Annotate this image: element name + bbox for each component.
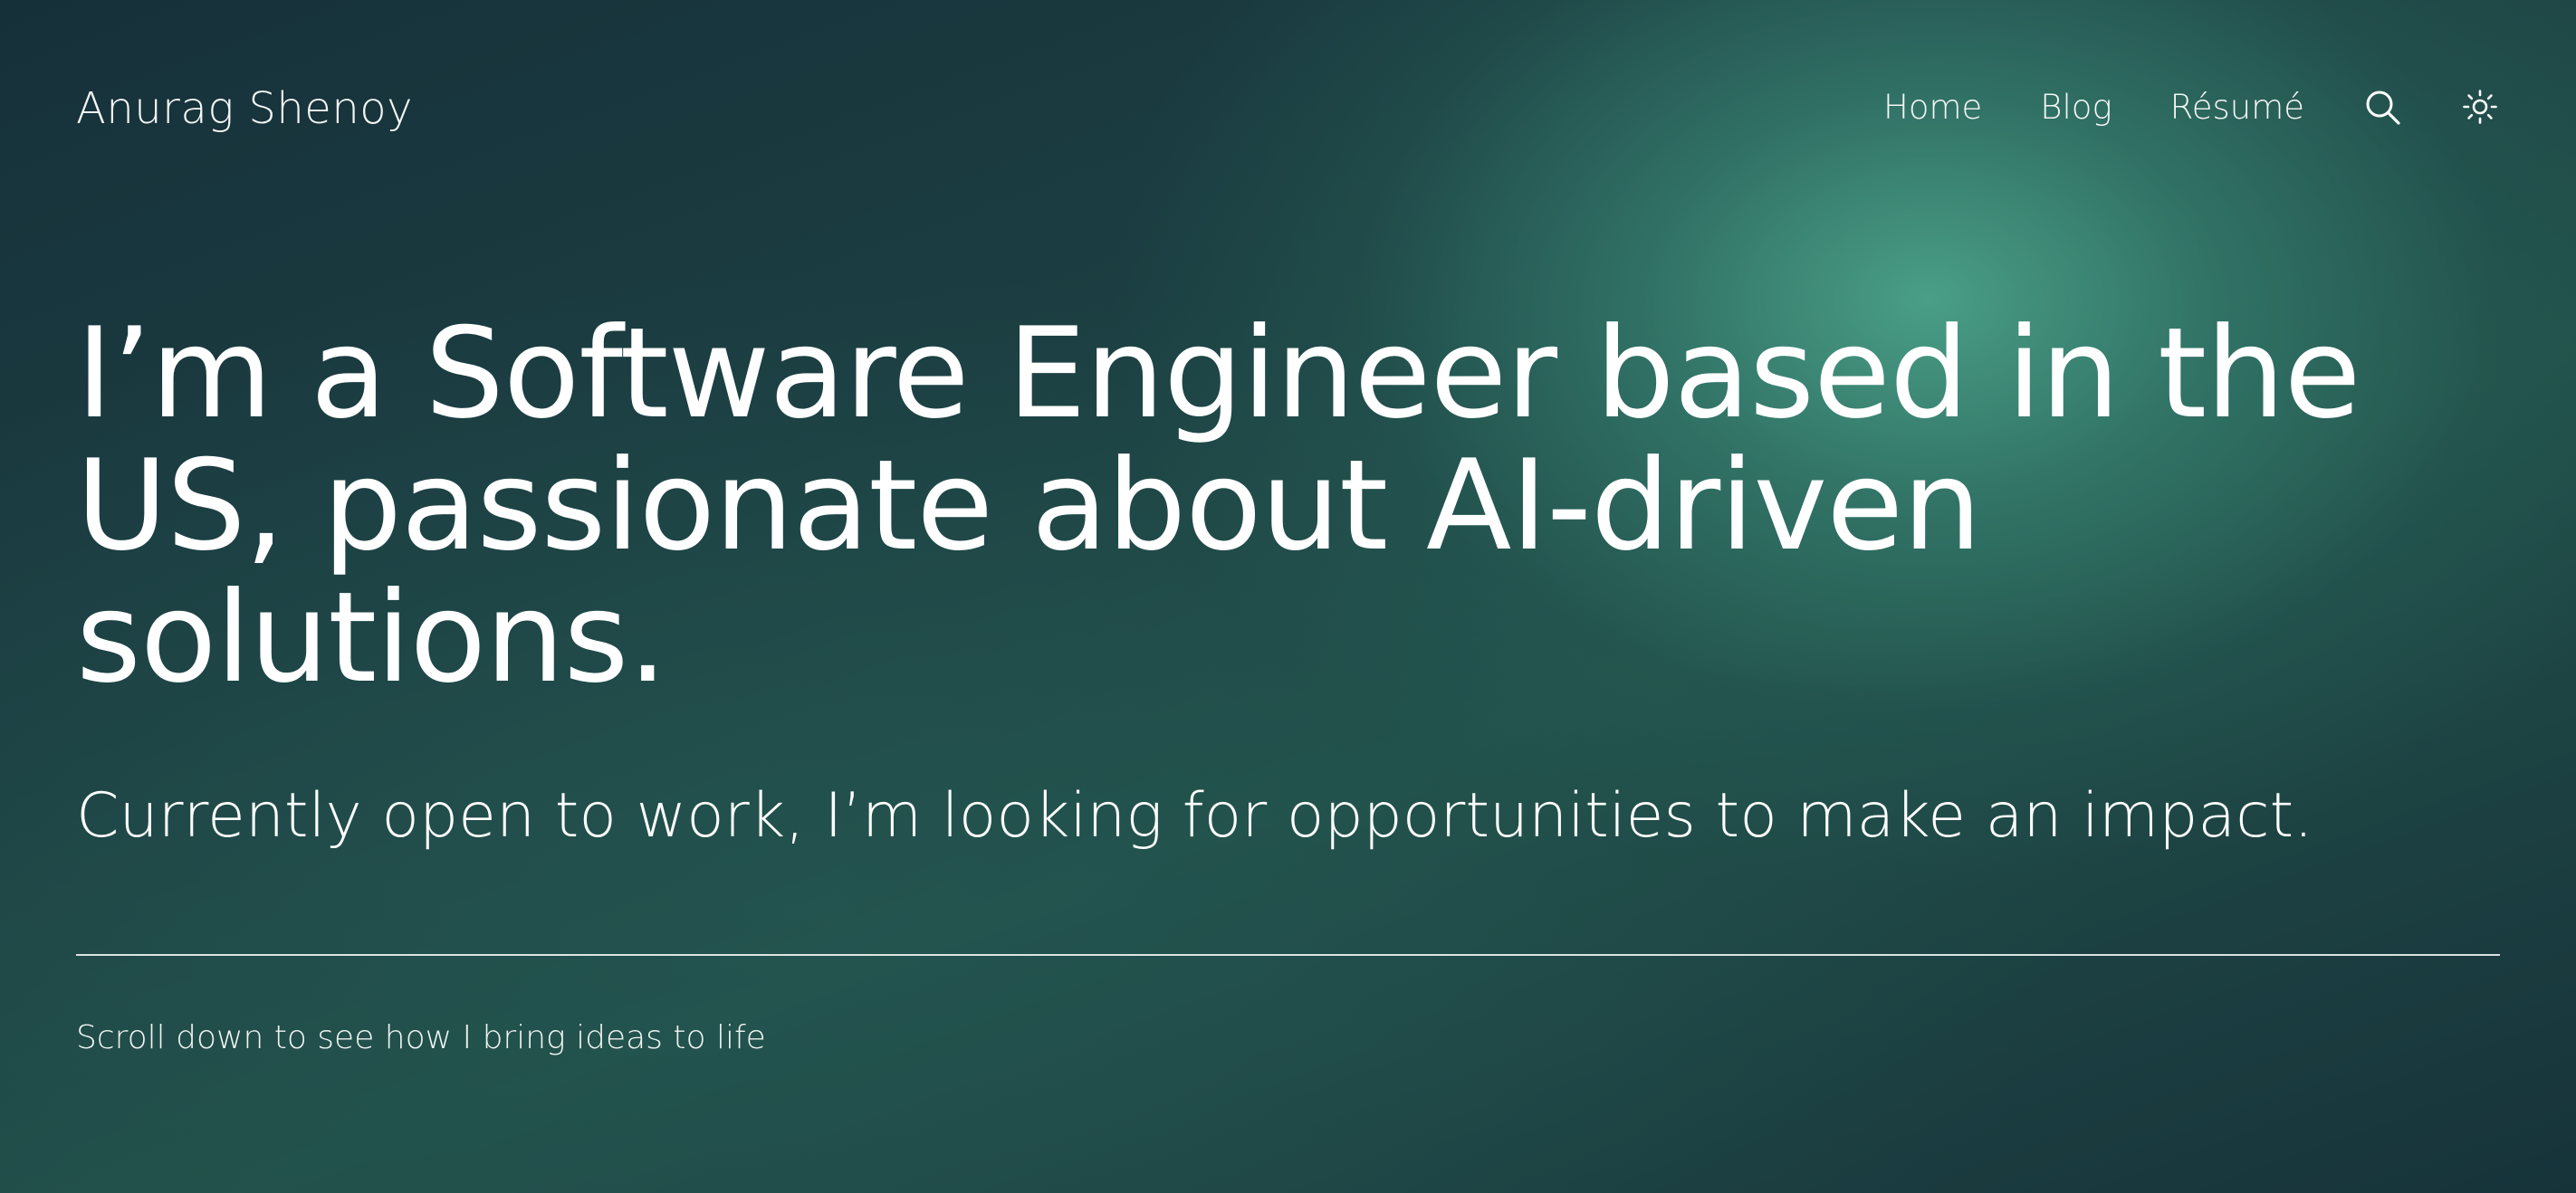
main-nav: Home Blog Résumé [1883, 83, 2500, 130]
sun-icon[interactable] [2460, 87, 2500, 127]
page: Anurag Shenoy Home Blog Résumé I’m a Sof… [0, 0, 2576, 1193]
nav-link-blog[interactable]: Blog [2040, 88, 2112, 127]
nav-link-resume[interactable]: Résumé [2170, 88, 2304, 127]
scroll-hint: Scroll down to see how I bring ideas to … [76, 1019, 766, 1056]
nav-link-home[interactable]: Home [1883, 88, 1982, 127]
hero-headline: I’m a Software Engineer based in the US,… [76, 301, 2361, 711]
search-icon[interactable] [2362, 87, 2402, 127]
hero-divider [76, 954, 2500, 956]
site-brand[interactable]: Anurag Shenoy [76, 83, 413, 134]
hero-subheadline: Currently open to work, I’m looking for … [76, 780, 2313, 852]
